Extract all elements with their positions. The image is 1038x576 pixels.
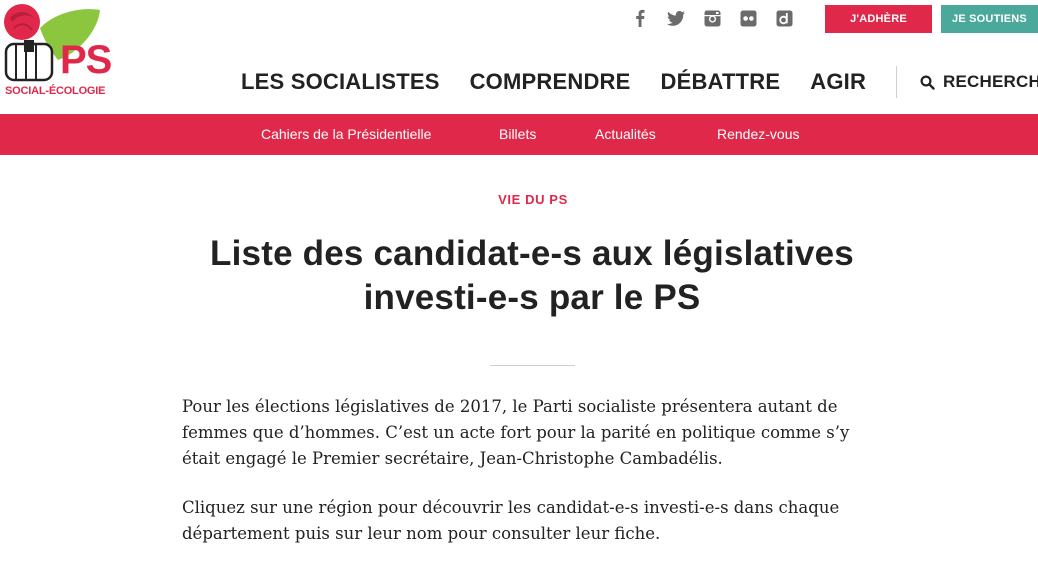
instagram-icon[interactable]: [694, 8, 730, 28]
logo-ps-text: PS: [60, 38, 112, 82]
sub-nav-item-cahiers[interactable]: Cahiers de la Présidentielle: [261, 114, 431, 155]
article-title-line1: Liste des candidat-e-s aux législatives: [210, 234, 854, 273]
sub-nav-item-billets[interactable]: Billets: [499, 114, 536, 155]
flickr-icon[interactable]: [730, 8, 766, 28]
search-button[interactable]: RECHERCH: [920, 72, 1038, 92]
nav-item-comprendre[interactable]: COMPRENDRE: [470, 69, 631, 95]
article-paragraph: Pour les élections législatives de 2017,…: [182, 397, 850, 468]
dailymotion-icon[interactable]: [766, 8, 802, 28]
twitter-icon[interactable]: [658, 8, 694, 28]
sub-nav-item-rendez-vous[interactable]: Rendez-vous: [717, 114, 800, 155]
nav-divider: [896, 66, 897, 98]
title-divider: [490, 365, 575, 366]
soutiens-button[interactable]: JE SOUTIENS: [941, 5, 1038, 33]
facebook-icon[interactable]: [622, 8, 658, 28]
sub-nav-item-actualites[interactable]: Actualités: [595, 114, 656, 155]
search-label: RECHERCH: [943, 72, 1038, 91]
search-icon: [920, 74, 935, 90]
article-title-line2: investi-e-s par le PS: [363, 278, 701, 317]
sub-nav: Cahiers de la Présidentielle Billets Act…: [0, 114, 1038, 155]
adhere-button[interactable]: J'ADHÈRE: [825, 5, 932, 33]
article-title: Liste des candidat-e-s aux législatives …: [140, 232, 924, 320]
nav-item-debattre[interactable]: DÉBATTRE: [661, 69, 781, 95]
main-nav: LES SOCIALISTES COMPRENDRE DÉBATTRE AGIR: [241, 66, 896, 98]
ps-logo[interactable]: PS SOCIAL-ÉCOLOGIE: [0, 0, 125, 105]
article-paragraph: Cliquez sur une région pour découvrir le…: [182, 498, 840, 543]
nav-item-les-socialistes[interactable]: LES SOCIALISTES: [241, 69, 440, 95]
article-category[interactable]: VIE DU PS: [0, 192, 1038, 207]
social-links: [622, 8, 802, 28]
nav-item-agir[interactable]: AGIR: [810, 69, 866, 95]
logo-subtitle: SOCIAL-ÉCOLOGIE: [5, 85, 106, 97]
